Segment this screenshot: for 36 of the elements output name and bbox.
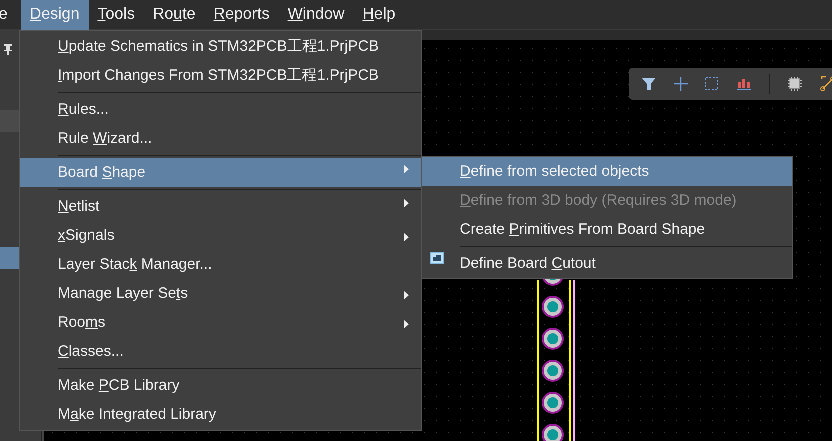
pad — [542, 328, 564, 350]
pad — [542, 392, 564, 414]
menu-title[interactable]: Help — [354, 0, 405, 30]
pad — [542, 424, 564, 441]
menu-item[interactable]: Manage Layer Sets — [20, 279, 421, 308]
board-cutout-icon — [430, 252, 444, 264]
menu-title[interactable]: Window — [278, 0, 354, 30]
menu-item[interactable]: Update Schematics in STM32PCB工程1.PrjPCB — [20, 32, 421, 61]
chip-icon[interactable] — [787, 76, 803, 92]
menu-item[interactable]: Import Changes From STM32PCB工程1.PrjPCB — [20, 61, 421, 90]
menu-item[interactable]: Board Shape — [20, 153, 421, 187]
menu-title[interactable]: Route — [144, 0, 205, 30]
route-icon[interactable] — [820, 76, 832, 92]
menu-item[interactable]: Define Board Cutout — [422, 244, 792, 278]
menu-item[interactable]: xSignals — [20, 221, 421, 250]
menu-item[interactable]: Rule Wizard... — [20, 124, 421, 153]
pad — [542, 360, 564, 382]
crosshair-icon[interactable] — [674, 77, 688, 91]
menu-item[interactable]: Rooms — [20, 308, 421, 337]
menu-title[interactable]: e — [0, 0, 17, 30]
menu-item[interactable]: Make Integrated Library — [20, 400, 421, 429]
menu-item[interactable]: Netlist — [20, 187, 421, 221]
menu-title[interactable]: Design — [20, 0, 89, 30]
bar-chart-icon[interactable] — [736, 77, 752, 91]
menu-item[interactable]: Rules... — [20, 90, 421, 124]
pin-icon[interactable] — [3, 43, 13, 55]
menu-item[interactable]: Classes... — [20, 337, 421, 366]
pad — [542, 296, 564, 318]
menu-title[interactable]: Reports — [204, 0, 279, 30]
filter-icon[interactable] — [641, 77, 657, 91]
menu-item[interactable]: Make PCB Library — [20, 366, 421, 400]
menu-title[interactable]: Tools — [88, 0, 144, 30]
menu-item[interactable]: Define from selected objects — [422, 157, 792, 186]
menu-item[interactable]: Create Primitives From Board Shape — [422, 215, 792, 244]
menu-item[interactable]: Layer Stack Manager... — [20, 250, 421, 279]
selection-rectangle-icon[interactable] — [705, 77, 719, 91]
